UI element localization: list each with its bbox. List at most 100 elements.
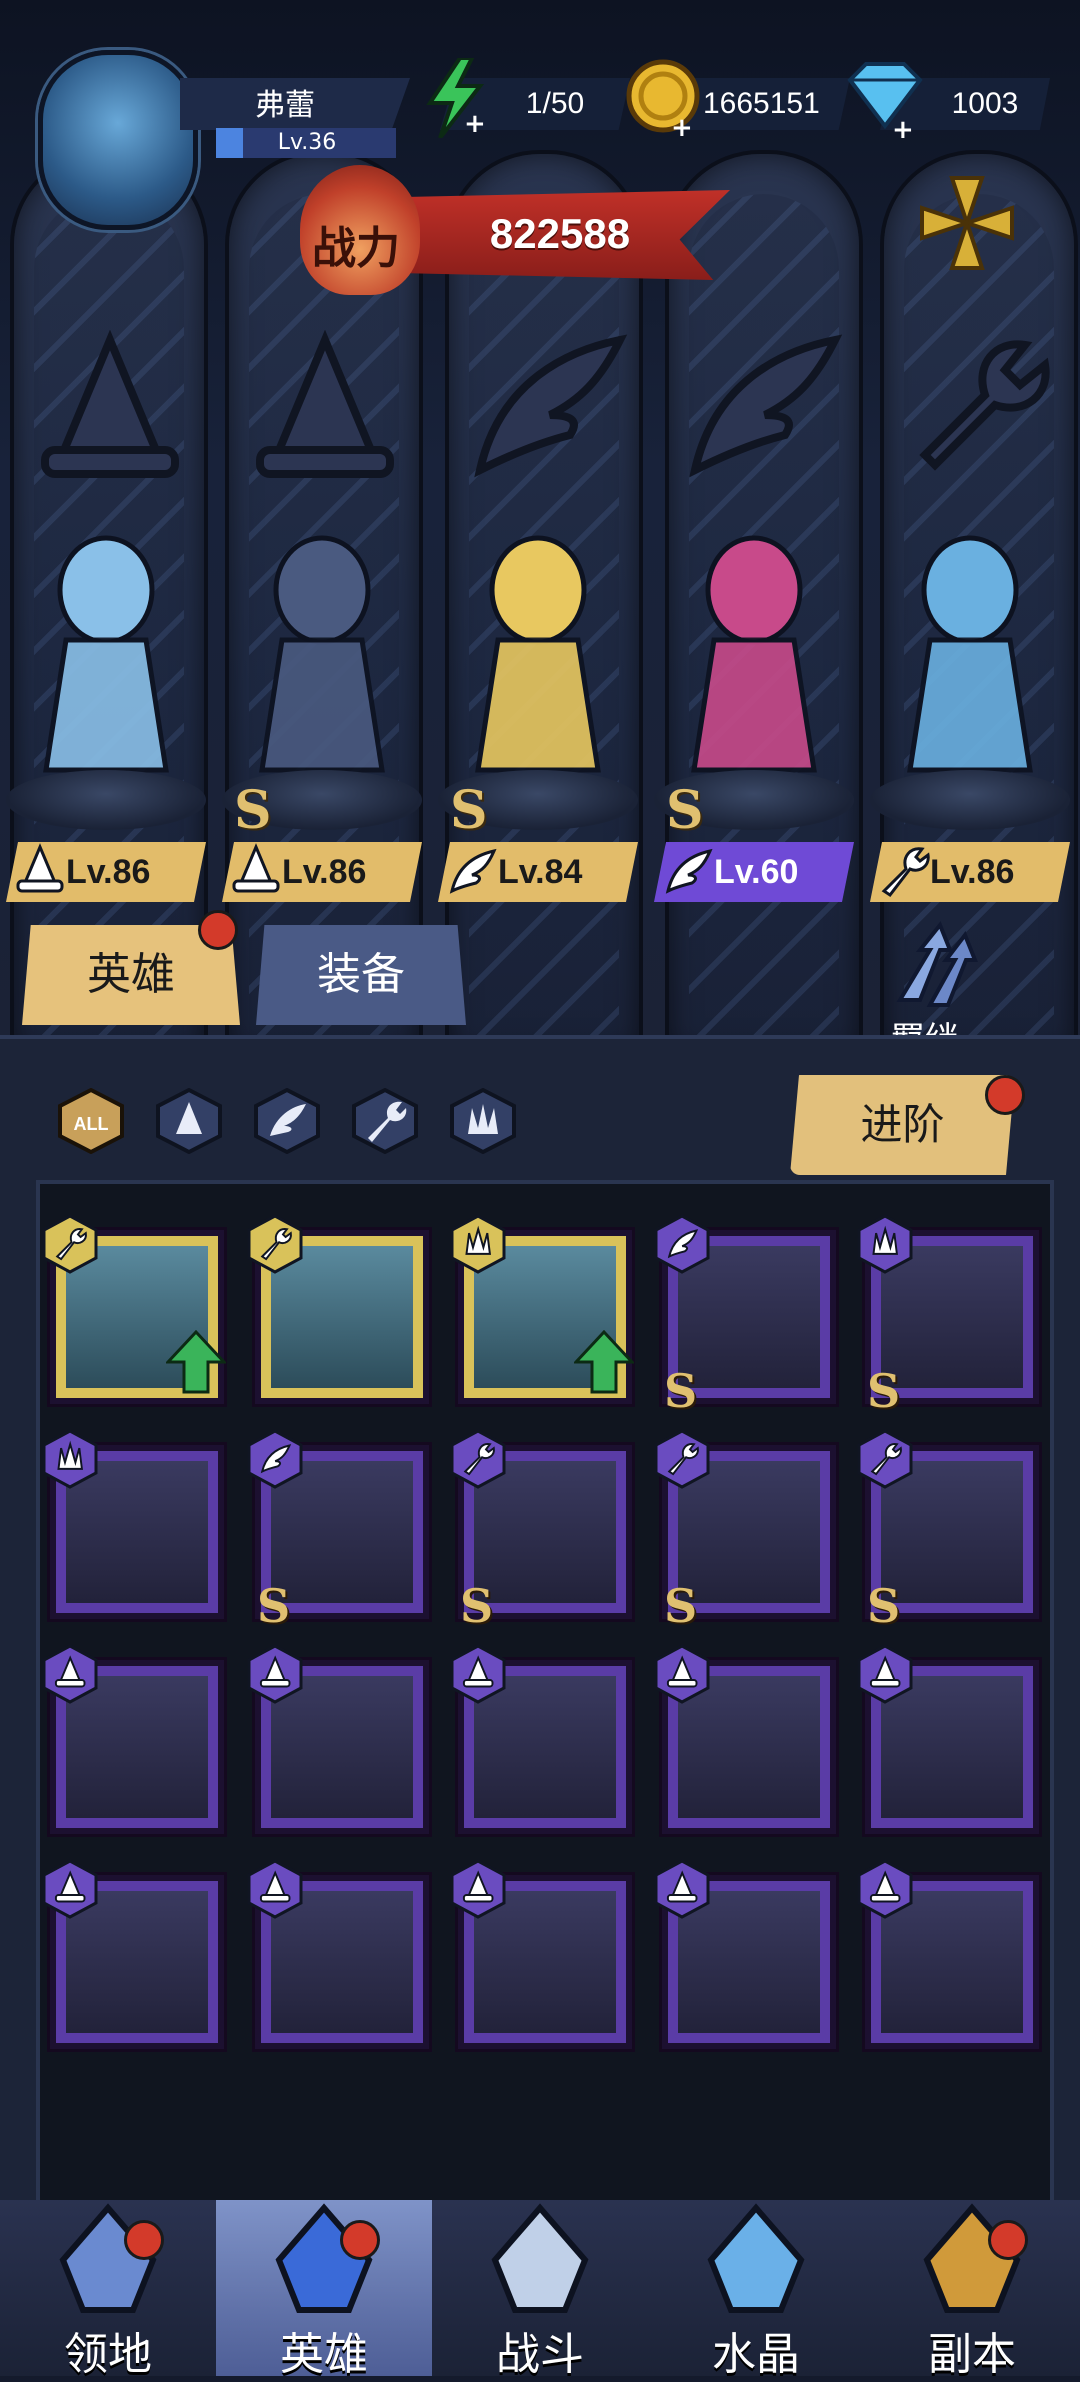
hero-card[interactable]: S (654, 1429, 836, 1633)
hero-level: Lv.86 (66, 853, 151, 891)
svg-text:+: + (892, 115, 914, 140)
energy-value: 1/50 (525, 87, 585, 120)
notification-dot (124, 2220, 164, 2260)
hero-figure (691, 535, 817, 773)
mage-hat-icon (41, 330, 179, 478)
mage-hat-icon (654, 1859, 710, 1919)
hero-card[interactable]: S (857, 1214, 1039, 1418)
nav-label: 水晶 (712, 2330, 800, 2379)
hero-card[interactable] (450, 1859, 632, 2049)
hero-card[interactable] (654, 1859, 836, 2049)
wrench-icon (42, 1214, 98, 1274)
hero-card[interactable]: S (857, 1429, 1039, 1633)
wing-icon (654, 1214, 710, 1274)
rank-badge: S (257, 1579, 291, 1633)
power-value: 822588 (489, 210, 631, 257)
nav-item-3[interactable]: 战斗 (432, 2200, 648, 2379)
mage-hat-icon (857, 1859, 913, 1919)
mage-hat-icon (42, 1644, 98, 1704)
hero-card[interactable]: S (654, 1214, 836, 1418)
hero-figure (475, 535, 601, 773)
hero-level-tag: Lv.84 (438, 842, 638, 902)
nav-item-2[interactable]: 英雄 (216, 2200, 432, 2379)
hero-figure (259, 535, 385, 773)
filter-mage[interactable] (156, 1088, 222, 1154)
hero-card[interactable] (857, 1859, 1039, 2049)
hero-card[interactable] (42, 1429, 224, 1619)
claw-icon (450, 1214, 506, 1274)
claw-icon (857, 1214, 913, 1274)
nav-item-4[interactable]: 水晶 (648, 2200, 864, 2379)
notification-dot (340, 2220, 380, 2260)
hero-card[interactable] (857, 1644, 1039, 1834)
hero-level: Lv.86 (930, 853, 1015, 891)
wing-icon (449, 848, 497, 894)
lineup-hero-1[interactable] (6, 520, 206, 780)
gold-coin-icon[interactable]: + (625, 56, 705, 140)
bond-arrows-icon[interactable] (880, 920, 980, 1020)
lineup-hero-3[interactable] (438, 520, 638, 780)
diamond-icon[interactable]: + (840, 60, 926, 140)
hero-figure (907, 535, 1033, 773)
filter-all-label: ALL (74, 1114, 109, 1134)
rank-badge: S (450, 780, 488, 841)
notification-dot (985, 1075, 1025, 1115)
player-avatar[interactable] (38, 50, 198, 230)
settings-pinwheel-icon[interactable] (912, 168, 1022, 278)
nav-label: 英雄 (280, 2330, 368, 2379)
upgrade-arrow-icon (166, 1330, 226, 1394)
filter-wrench[interactable] (352, 1088, 418, 1154)
rank-badge: S (867, 1364, 901, 1418)
hero-card[interactable]: S (450, 1429, 632, 1633)
hero-card[interactable]: S (247, 1429, 429, 1633)
hero-card[interactable] (654, 1644, 836, 1834)
nav-item-5[interactable]: 副本 (864, 2200, 1080, 2379)
hero-card[interactable] (247, 1214, 429, 1404)
wing-icon (474, 334, 628, 478)
wrench-icon (881, 847, 930, 898)
advance-button[interactable]: 进阶 (790, 1075, 1015, 1175)
hero-card[interactable] (42, 1644, 224, 1834)
mage-hat-icon (247, 1644, 303, 1704)
battle-sword-icon (491, 2203, 589, 2313)
lineup-hero-4[interactable] (654, 520, 854, 780)
hero-hat-icon (275, 2203, 373, 2313)
energy-icon[interactable]: + (420, 58, 490, 138)
wrench-icon (857, 1429, 913, 1489)
upgrade-arrow-icon (574, 1330, 634, 1394)
mage-hat-icon (654, 1644, 710, 1704)
rank-badge: S (664, 1364, 698, 1418)
hero-card[interactable] (42, 1214, 226, 1404)
filter-all[interactable]: ALL (58, 1088, 124, 1154)
hero-level: Lv.60 (714, 853, 799, 891)
rank-badge: S (664, 1579, 698, 1633)
hero-level-tag: Lv.86 (6, 842, 206, 902)
hero-card[interactable] (42, 1859, 224, 2049)
filter-claw[interactable] (450, 1088, 516, 1154)
mage-hat-icon (16, 843, 64, 893)
player-name: 弗蕾 (255, 89, 315, 122)
lineup-hero-2[interactable] (222, 520, 422, 780)
dungeon-portal-icon (923, 2203, 1021, 2313)
rank-badge: S (867, 1579, 901, 1633)
rank-badge: S (666, 780, 704, 841)
mage-hat-icon (247, 1859, 303, 1919)
hero-card[interactable] (247, 1644, 429, 1834)
hero-card[interactable] (450, 1644, 632, 1834)
mage-hat-icon (42, 1859, 98, 1919)
mage-hat-icon (256, 330, 394, 478)
notification-dot (198, 910, 238, 950)
hero-card[interactable] (247, 1859, 429, 2049)
nav-label: 战斗 (496, 2330, 584, 2379)
filter-wing[interactable] (254, 1088, 320, 1154)
wrench-icon (919, 340, 1050, 471)
nav-label: 领地 (64, 2330, 152, 2379)
wrench-icon (450, 1429, 506, 1489)
nav-label: 副本 (928, 2330, 1016, 2379)
nav-item-1[interactable]: 领地 (0, 2200, 216, 2379)
tab-equipment[interactable]: 装备 (256, 925, 466, 1025)
lineup-hero-5[interactable] (870, 520, 1070, 780)
hero-card[interactable] (450, 1214, 634, 1404)
player-level: Lv.36 (277, 130, 337, 155)
diamond-value: 1003 (951, 87, 1019, 120)
